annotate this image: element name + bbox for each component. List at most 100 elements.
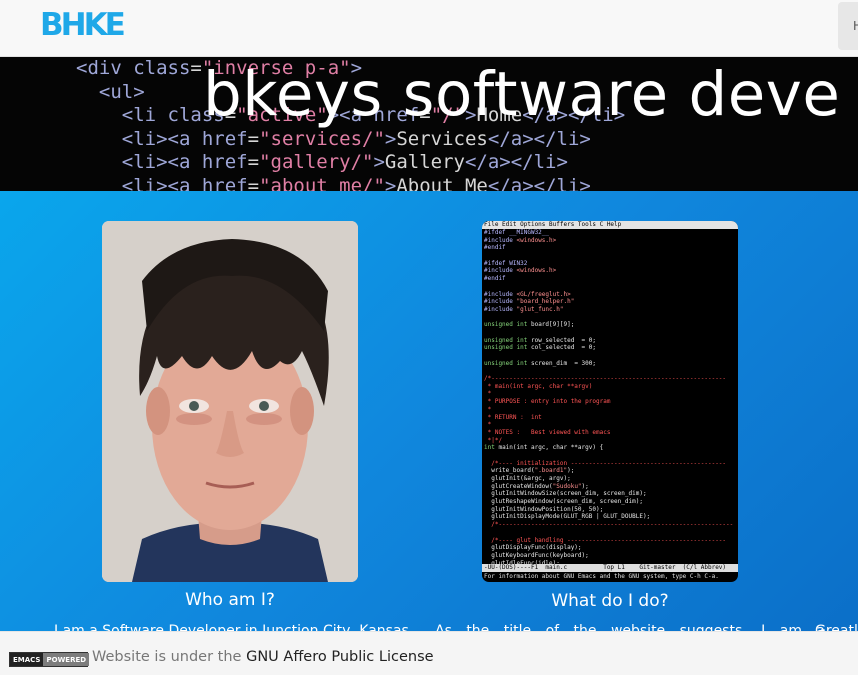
emacs-code-token: <windows.h> (516, 236, 557, 244)
emacs-code-buffer: #ifdef __MINGW32__ #include <windows.h> #e… (482, 229, 738, 567)
emacs-code-line: *|*/ (484, 437, 736, 445)
emacs-mode-line: -UU-(DOS)----F1 main.c Top L1 Git-master… (482, 564, 738, 572)
brand-logo[interactable]: BHKE (40, 7, 126, 43)
emacs-code-line: glutCreateWindow("Sudoku"); (484, 483, 736, 491)
emacs-code-token: glutInitWindowSize(screen_dim, screen_di… (484, 490, 647, 498)
emacs-menu-bar: File Edit Options Buffers Tools C Help (482, 221, 738, 229)
emacs-code-token: glutCreateWindow( (484, 482, 553, 490)
emacs-code-line: glutInit(&argc, argv); (484, 475, 736, 483)
emacs-code-line: #include <windows.h> (484, 237, 736, 245)
hero-code-token (76, 104, 122, 126)
emacs-code-token: /*---- initialization ------------------… (484, 459, 727, 467)
emacs-code-token: ); (567, 467, 575, 475)
emacs-code-token: unsigned int (484, 336, 531, 344)
emacs-code-line (484, 452, 736, 460)
hero-code-token: </a></li> (487, 174, 591, 192)
emacs-code-token: /*---- glut handling -------------------… (484, 536, 727, 544)
hero-code-token: Services (396, 127, 488, 150)
emacs-echo-area: For information about GNU Emacs and the … (484, 573, 719, 580)
emacs-code-line: #include "glut_func.h" (484, 306, 736, 314)
hero-code-token (76, 128, 122, 150)
hero-code-token: <div (76, 57, 134, 79)
emacs-code-line: unsigned int col_selected = 0; (484, 344, 736, 352)
emacs-code-line: * (484, 390, 736, 398)
hero-code-token: > (384, 174, 397, 192)
hero-code-token: "about me/" (259, 174, 385, 192)
emacs-code-token: #endif (484, 275, 506, 283)
license-link[interactable]: GNU Affero Public License (246, 649, 433, 665)
hero-code-token: </a></li> (464, 151, 568, 173)
card-title-what: What do I do? (551, 591, 669, 611)
emacs-code-line: /*---- initialization ------------------… (484, 460, 736, 468)
emacs-code-token: main(int argc, char **argv) { (498, 444, 604, 452)
hero-code-token: <ul> (98, 80, 145, 103)
emacs-code-token: screen_dim = 300; (530, 359, 596, 367)
hero-code-token: "gallery/" (259, 151, 374, 173)
emacs-code-line (484, 352, 736, 360)
emacs-code-line: unsigned int board[9][9]; (484, 321, 736, 329)
emacs-code-line: glutInitWindowPosition(50, 50); (484, 506, 736, 514)
footer-text-prefix: Website is under the (92, 649, 247, 665)
hero-code-token: <li (121, 104, 168, 126)
emacs-code-token: * (484, 405, 492, 413)
nav-toggle-button[interactable]: H (838, 2, 858, 50)
emacs-code-token: #ifdef WIN32 (484, 259, 528, 267)
emacs-code-line: int main(int argc, char **argv) { (484, 444, 736, 452)
emacs-code-token: * RETURN : int (484, 413, 542, 421)
emacs-code-token: /*--------------------------------------… (484, 521, 734, 529)
emacs-code-line (484, 252, 736, 260)
hero-code-token: href (201, 127, 248, 150)
emacs-code-line: unsigned int row_selected = 0; (484, 337, 736, 345)
emacs-code-line: /*--------------------------------------… (484, 375, 736, 383)
hero-title: bkeys software deve (203, 59, 841, 130)
emacs-code-token: /*--------------------------------------… (484, 375, 727, 383)
navbar: BHKE H (0, 0, 858, 57)
emacs-code-token: #endif (484, 244, 506, 252)
hero-code-token: > (373, 151, 385, 173)
hero-code-token: = (247, 127, 260, 150)
hero-code-token: class (133, 57, 191, 79)
emacs-code-token: * NOTES : Best viewed with emacs (484, 428, 611, 436)
emacs-code-line: glutDisplayFunc(display); (484, 544, 736, 552)
profile-photo (102, 221, 358, 582)
emacs-code-token: "board_helper.h" (516, 298, 575, 306)
emacs-code-token: * (484, 390, 492, 398)
emacs-code-token: row_selected = 0; (530, 336, 596, 344)
hero-code-token: Gallery (384, 151, 465, 173)
emacs-code-line (484, 367, 736, 375)
emacs-code-line (484, 529, 736, 537)
emacs-code-line: glutKeyboardFunc(keyboard); (484, 552, 736, 560)
hero-code-token (76, 81, 99, 103)
emacs-code-token: * PURPOSE : entry into the program (484, 398, 611, 406)
emacs-code-line: glutReshapeWindow(screen_dim, screen_dim… (484, 498, 736, 506)
emacs-code-token: #include (484, 305, 517, 313)
emacs-code-line: * (484, 406, 736, 414)
emacs-code-token: glutInitDisplayMode(GLUT_RGB | GLUT_DOUB… (484, 513, 651, 521)
emacs-code-line: #include "board_helper.h" (484, 298, 736, 306)
emacs-code-token: #include (484, 267, 517, 275)
emacs-code-line: * RETURN : int (484, 414, 736, 422)
card-text-third: Greatl (815, 623, 858, 631)
emacs-code-token: * main(int argc, char **argv) (484, 382, 593, 390)
emacs-code-line: #ifdef __MINGW32__ (484, 229, 736, 237)
hero-code-line: <li><a href="services/">Services</a></li… (76, 128, 625, 152)
hero-code-token (76, 175, 122, 192)
emacs-code-token: glutInitWindowPosition(50, 50); (484, 505, 604, 513)
emacs-code-token: "glut_func.h" (516, 305, 564, 313)
emacs-code-token: #ifdef __MINGW32__ (484, 229, 550, 236)
emacs-code-token: glutDisplayFunc(display); (484, 544, 582, 552)
emacs-code-token: ); (581, 482, 589, 490)
hero-code-token: = (247, 151, 260, 173)
hero-code-line: <li><a href="gallery/">Gallery</a></li> (76, 151, 625, 175)
emacs-code-line: #include <GL/freeglut.h> (484, 291, 736, 299)
emacs-code-token: write_board( (484, 467, 535, 475)
hero-banner: <div class="inverse p-a"> <ul> <li class… (0, 57, 858, 191)
hero-code-token: href (201, 174, 248, 192)
emacs-code-line: #endif (484, 244, 736, 252)
emacs-code-token: int (484, 444, 499, 452)
emacs-code-line: #ifdef WIN32 (484, 260, 736, 268)
emacs-code-line (484, 283, 736, 291)
footer: EMACS POWERED Website is under the GNU A… (0, 631, 858, 675)
hero-code-token: <li><a (121, 151, 202, 173)
emacs-code-token: glutKeyboardFunc(keyboard); (484, 551, 589, 559)
